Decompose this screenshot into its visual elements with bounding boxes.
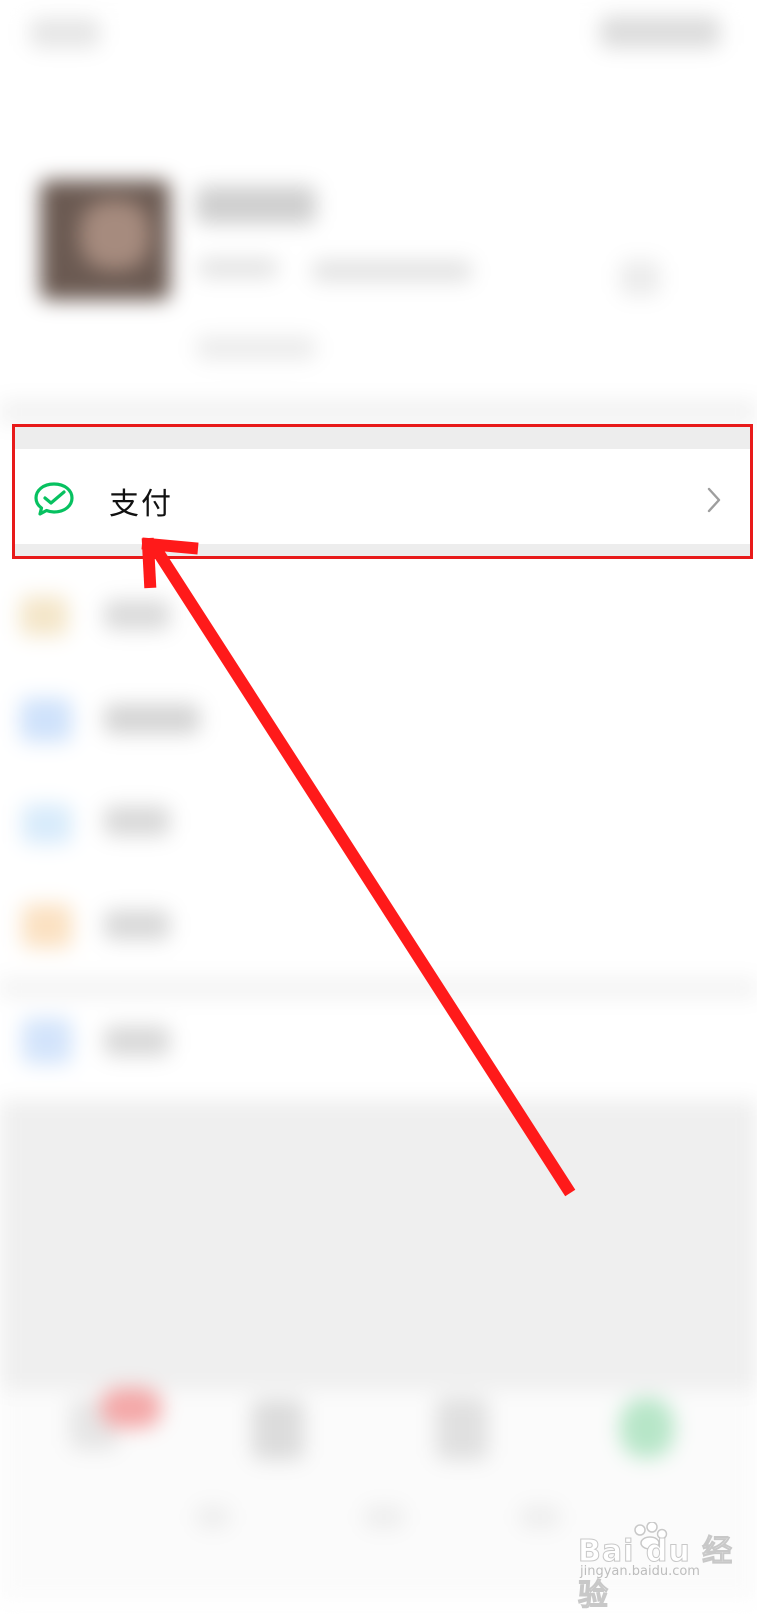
chevron-right-icon <box>707 487 721 513</box>
baidu-jingyan-watermark: Bai du 经验 jingyan.baidu.com <box>578 1522 748 1614</box>
payment-label: 支付 <box>109 487 173 522</box>
wechat-pay-icon <box>34 482 74 516</box>
watermark-url: jingyan.baidu.com <box>580 1564 700 1579</box>
section-divider <box>15 427 750 449</box>
section-divider <box>15 544 750 556</box>
payment-menu-item[interactable]: 支付 <box>12 424 753 559</box>
blurred-background <box>0 0 757 1600</box>
